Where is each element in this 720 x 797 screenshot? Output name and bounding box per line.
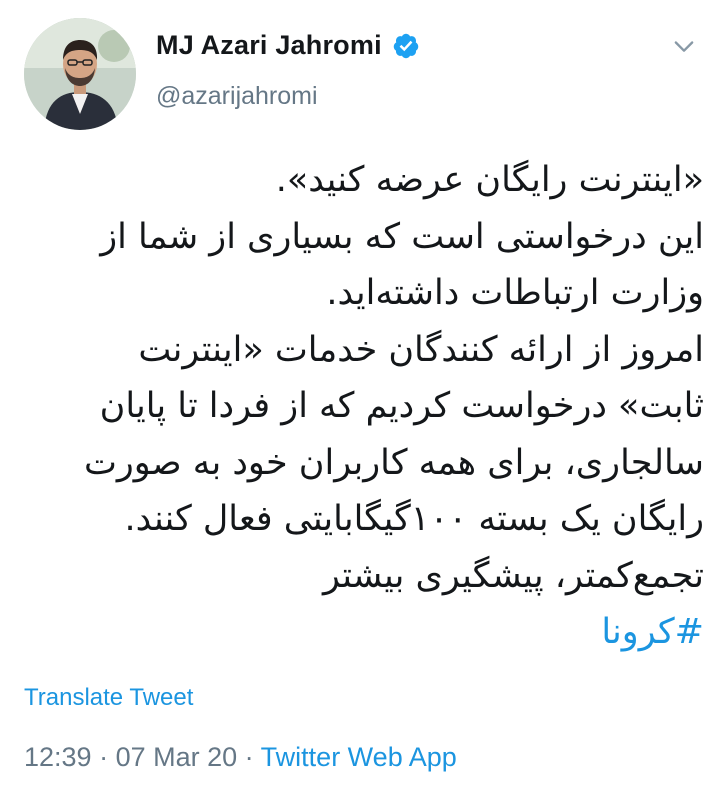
tweet-text: «اینترنت رایگان عرضه کنید». این درخواستی… bbox=[24, 152, 704, 661]
tweet-line: ثابت» درخواست کردیم که از فردا تا پایان bbox=[99, 386, 704, 426]
avatar-image bbox=[24, 18, 136, 130]
verified-badge-icon bbox=[393, 33, 419, 58]
display-name[interactable]: MJ Azari Jahromi bbox=[156, 30, 382, 61]
tweet-time[interactable]: 12:39 bbox=[24, 742, 92, 772]
translate-tweet-link[interactable]: Translate Tweet bbox=[24, 684, 193, 712]
chevron-down-icon[interactable] bbox=[670, 32, 698, 60]
tweet-line: سالجاری، برای همه کاربران خود به صورت bbox=[83, 442, 704, 483]
meta-separator: · bbox=[91, 742, 116, 772]
author-name-row: MJ Azari Jahromi bbox=[156, 30, 420, 61]
tweet-line: رایگان یک بسته ۱۰۰گیگابایتی فعال کنند. bbox=[124, 499, 704, 539]
tweet-line: تجمع‌کمتر، پیشگیری بیشتر bbox=[322, 555, 704, 596]
tweet-line: این درخواستی است که بسیاری از شما از bbox=[100, 216, 704, 257]
tweet-line: «اینترنت رایگان عرضه کنید». bbox=[275, 160, 704, 200]
author-handle[interactable]: @azarijahromi bbox=[156, 82, 318, 111]
meta-separator: · bbox=[237, 742, 261, 772]
tweet-line: امروز از ارائه کنندگان خدمات «اینترنت bbox=[138, 329, 704, 370]
tweet-source-link[interactable]: Twitter Web App bbox=[261, 742, 457, 772]
avatar[interactable] bbox=[24, 18, 136, 130]
hashtag-link[interactable]: #کرونا bbox=[24, 604, 704, 661]
tweet-line: وزارت ارتباطات داشته‌اید. bbox=[326, 273, 704, 313]
tweet-meta: 12:39 · 07 Mar 20 · Twitter Web App bbox=[24, 742, 457, 773]
tweet-date[interactable]: 07 Mar 20 bbox=[116, 742, 238, 772]
tweet-card: MJ Azari Jahromi @azarijahromi «اینترنت … bbox=[0, 0, 720, 797]
